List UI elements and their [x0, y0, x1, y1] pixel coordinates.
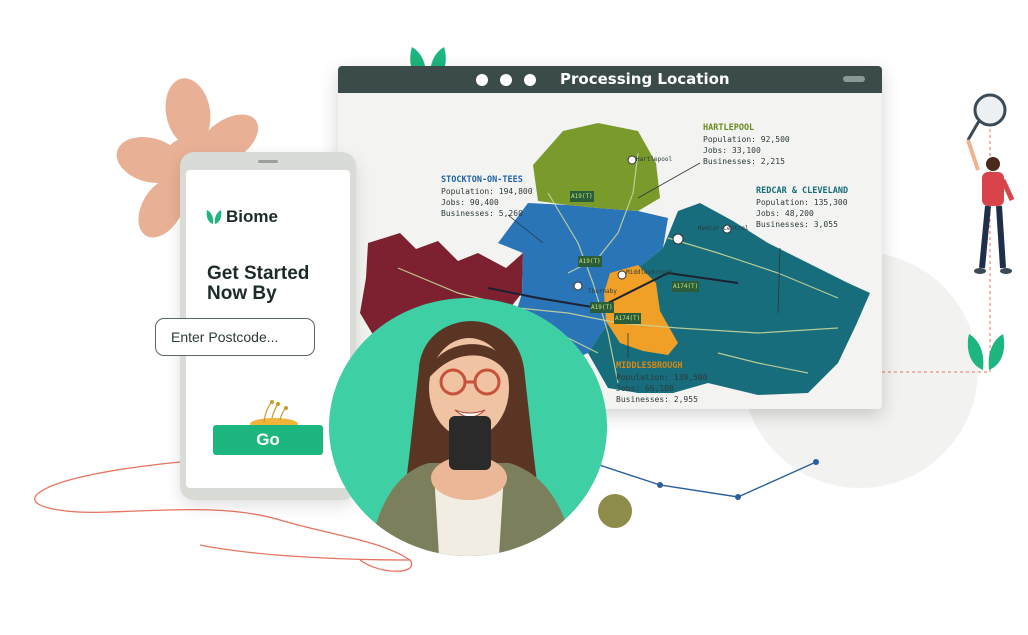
road-label: A174(T) [614, 313, 642, 324]
road-label: A174(T) [672, 281, 700, 292]
window-control-pill[interactable] [843, 76, 865, 82]
olive-dot [598, 494, 632, 528]
postcode-input[interactable] [155, 318, 315, 356]
region-info-stockton: STOCKTON-ON-TEES Population: 194,800 Job… [441, 175, 533, 219]
region-info-middlesbrough: MIDDLESBROUGH Population: 139,500 Jobs: … [616, 361, 708, 405]
region-name: MIDDLESBROUGH [616, 361, 683, 371]
region-population: Population: 92,500 [703, 135, 790, 144]
region-info-hartlepool: HARTLEPOOL Population: 92,500 Jobs: 33,1… [703, 123, 790, 167]
region-businesses: Businesses: 2,215 [703, 157, 785, 166]
town-marker-hartlepool [627, 155, 637, 165]
region-jobs: Jobs: 90,400 [441, 198, 499, 207]
region-name: STOCKTON-ON-TEES [441, 175, 523, 185]
region-jobs: Jobs: 48,200 [756, 209, 814, 218]
headline: Get Started Now By [207, 264, 347, 304]
region-jobs: Jobs: 33,100 [703, 146, 761, 155]
road-label: A19(T) [578, 256, 602, 267]
town-marker-thornaby [573, 281, 583, 291]
brand-logo[interactable]: Biome [206, 207, 278, 227]
map-region-hartlepool [533, 123, 660, 211]
window-titlebar: Processing Location [338, 66, 882, 93]
town-marker-middlesbrough [617, 270, 627, 280]
region-businesses: Businesses: 2,955 [616, 395, 698, 404]
region-name: REDCAR & CLEVELAND [756, 186, 849, 196]
road-label: A19(T) [570, 191, 594, 202]
phone-speaker [258, 160, 278, 163]
window-dot-3[interactable] [524, 74, 536, 86]
region-businesses: Businesses: 5,260 [441, 209, 523, 218]
region-population: Population: 194,800 [441, 187, 533, 196]
man-with-magnifier-illustration [966, 93, 1015, 274]
woman-with-phone-photo [369, 321, 574, 556]
window-title: Processing Location [560, 70, 730, 88]
person-photo-circle [329, 298, 607, 556]
region-name: HARTLEPOOL [703, 123, 755, 133]
window-dot-1[interactable] [476, 74, 488, 86]
town-label-middlesbrough: Middlesbrough [626, 269, 673, 276]
headline-line-1: Get Started [207, 263, 310, 284]
plant-icon [250, 400, 298, 428]
headline-line-2: Now By [207, 283, 277, 304]
go-button[interactable]: Go [213, 425, 323, 455]
decorative-red-line-2 [199, 544, 411, 561]
town-label-thornaby: Thornaby [588, 288, 617, 295]
region-info-redcar: REDCAR & CLEVELAND Population: 135,300 J… [756, 186, 848, 230]
town-label-hartlepool: Hartlepool [636, 156, 673, 163]
town-label-redcar: Redcar Central [698, 225, 749, 232]
biome-leaf-icon [206, 210, 222, 224]
road-label: A19(T) [590, 302, 614, 313]
region-population: Population: 135,300 [756, 198, 848, 207]
region-businesses: Businesses: 3,055 [756, 220, 838, 229]
region-population: Population: 139,500 [616, 373, 708, 382]
region-jobs: Jobs: 66,100 [616, 384, 674, 393]
brand-name: Biome [226, 207, 278, 226]
town-marker-landmark [672, 233, 684, 245]
window-dot-2[interactable] [500, 74, 512, 86]
